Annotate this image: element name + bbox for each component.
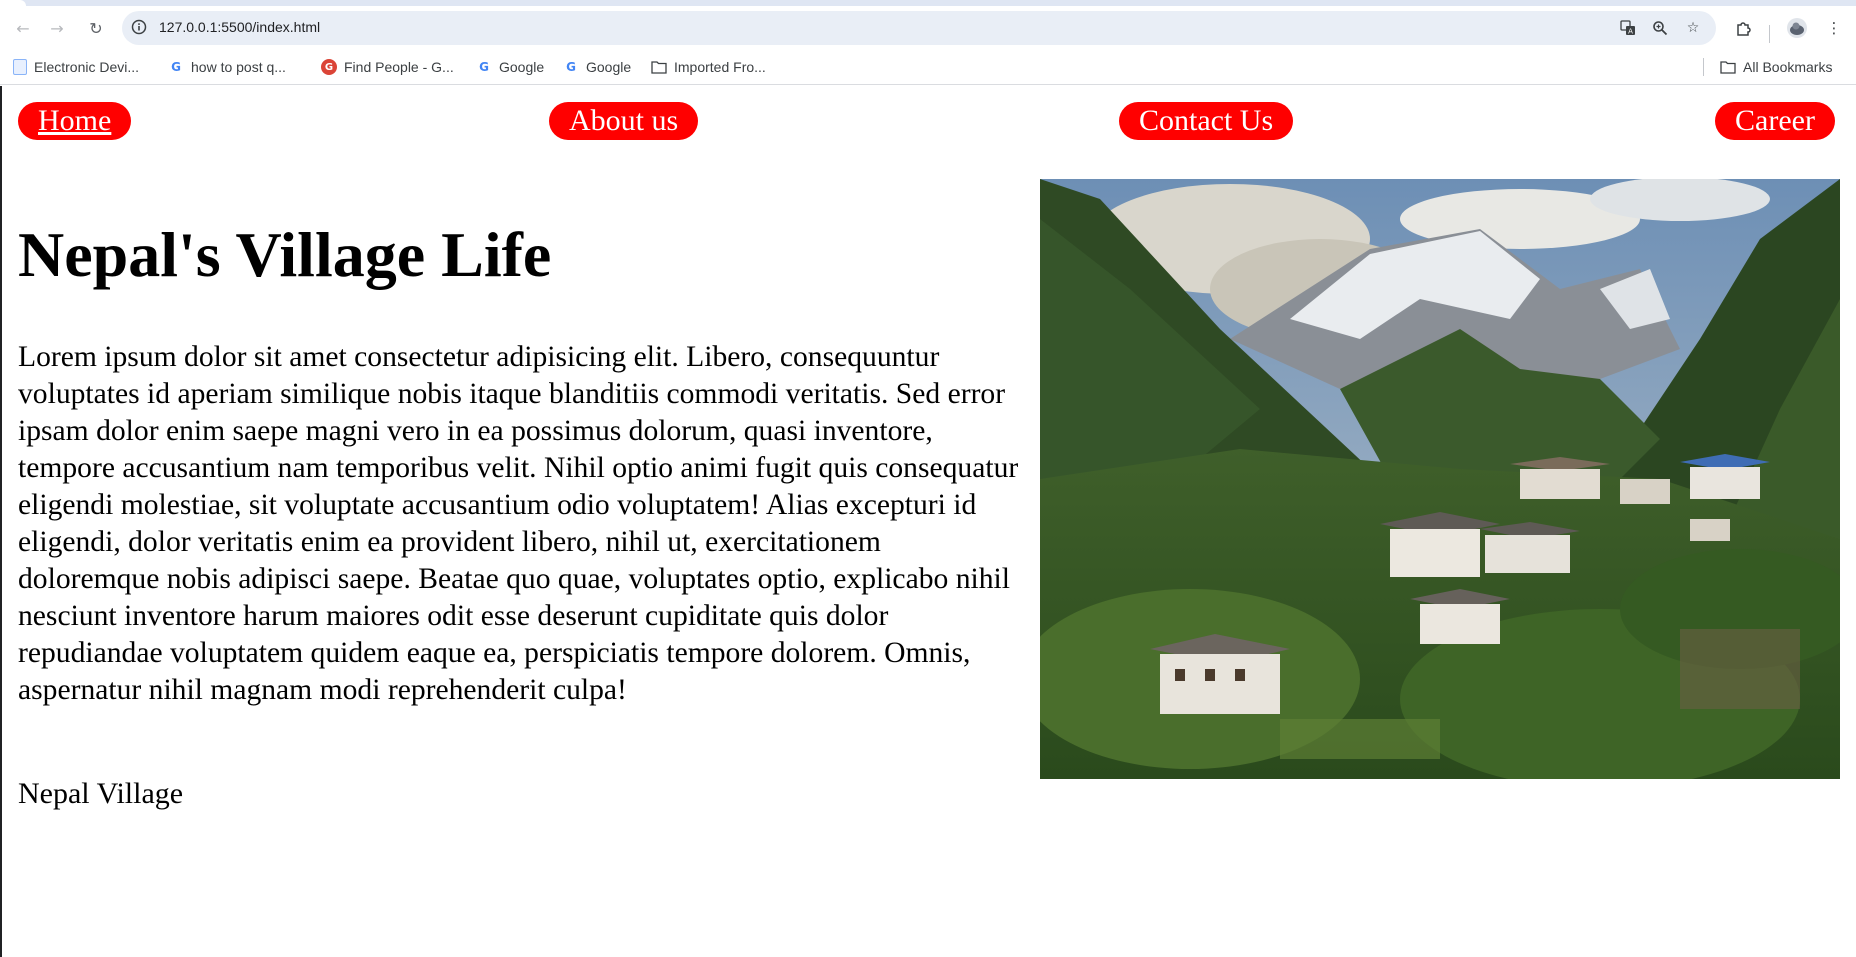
bookmark-label: Google	[499, 59, 545, 75]
google-icon: G	[566, 60, 576, 74]
bookmark-star-icon[interactable]: ☆	[1683, 18, 1703, 38]
bookmark-item[interactable]: G Find People - G...	[321, 56, 454, 78]
google-plus-icon: G	[321, 59, 337, 75]
svg-text:A: A	[1628, 28, 1633, 36]
url-text: 127.0.0.1:5500/index.html	[159, 19, 321, 35]
folder-icon	[651, 59, 667, 75]
bookmark-item[interactable]: G Google	[563, 56, 631, 78]
bookmark-label: Google	[586, 59, 632, 75]
google-icon: G	[479, 60, 489, 74]
bookmark-label: Find People - G...	[344, 59, 454, 75]
bookmarks-divider	[1703, 58, 1704, 76]
bookmark-item[interactable]: Electronic Devi...	[13, 56, 139, 78]
google-icon: G	[171, 60, 181, 74]
nav-career-link[interactable]: Career	[1715, 102, 1835, 140]
address-bar[interactable]: 127.0.0.1:5500/index.html A ☆	[122, 11, 1716, 45]
reload-icon: ↻	[89, 18, 103, 38]
extensions-icon[interactable]	[1732, 16, 1756, 40]
all-bookmarks-button[interactable]: All Bookmarks	[1720, 56, 1832, 78]
bookmark-label: Electronic Devi...	[34, 59, 140, 75]
back-button[interactable]: ←	[11, 16, 35, 40]
bookmark-item[interactable]: Imported Fro...	[651, 56, 766, 78]
reload-button[interactable]: ↻	[84, 16, 108, 40]
page-title: Nepal's Village Life	[18, 219, 552, 290]
nav-home-link[interactable]: Home	[18, 102, 132, 140]
bookmark-label: Imported Fro...	[674, 59, 766, 75]
document-icon	[13, 59, 27, 75]
bookmark-item[interactable]: G how to post q...	[168, 56, 286, 78]
village-photo	[1040, 179, 1840, 779]
page-left-edge	[0, 86, 2, 957]
arrow-left-icon: ←	[16, 18, 30, 38]
folder-icon	[1720, 59, 1736, 75]
all-bookmarks-label: All Bookmarks	[1743, 59, 1833, 75]
nav-about-link[interactable]: About us	[549, 102, 699, 140]
page-viewport: Home About us Contact Us Career Nepal's …	[0, 86, 1856, 957]
menu-kebab-icon[interactable]: ⋮	[1822, 16, 1846, 40]
zoom-icon[interactable]	[1650, 18, 1670, 38]
forward-button[interactable]: →	[45, 16, 69, 40]
site-info-icon[interactable]	[130, 18, 148, 36]
browser-toolbar: ← → ↻ 127.0.0.1:5500/index.html A ☆ ⋮	[0, 6, 1856, 50]
nav-contact-link[interactable]: Contact Us	[1119, 102, 1294, 140]
body-paragraph: Lorem ipsum dolor sit amet consectetur a…	[18, 341, 1019, 706]
bookmark-item[interactable]: G Google	[476, 56, 544, 78]
arrow-right-icon: →	[50, 18, 64, 38]
bookmarks-bar: Electronic Devi... G how to post q... G …	[0, 50, 1856, 85]
translate-icon[interactable]: A	[1618, 18, 1638, 38]
profile-avatar[interactable]	[1785, 16, 1809, 40]
image-caption: Nepal Village	[18, 777, 184, 810]
bookmark-label: how to post q...	[191, 59, 286, 75]
toolbar-divider	[1769, 25, 1770, 43]
